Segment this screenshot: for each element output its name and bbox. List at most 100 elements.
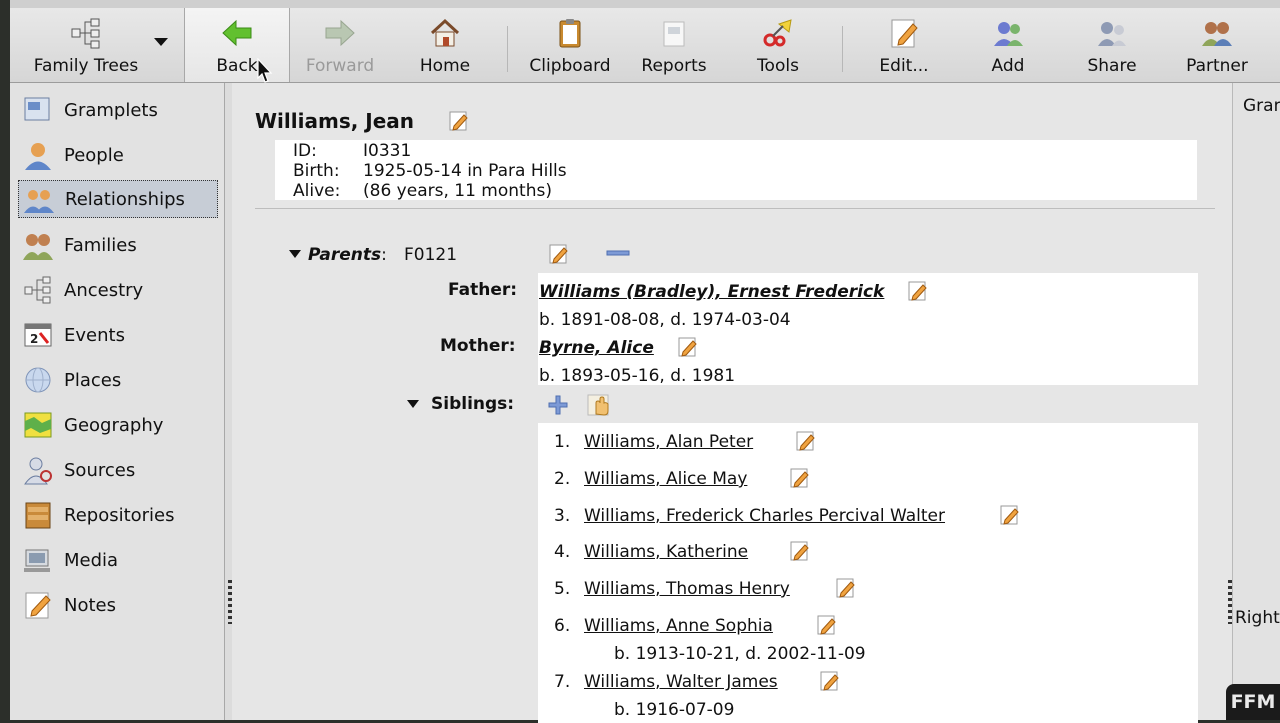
sidebar: Gramplets People Relationships Families … [10, 83, 225, 720]
sidebar-item-ancestry[interactable]: Ancestry [18, 271, 218, 309]
birth-value: 1925-05-14 in Para Hills [363, 161, 567, 181]
sidebar-item-events[interactable]: 2 Events [18, 316, 218, 354]
list-item: 6. Williams, Anne Sophia b. 1913-10-21, … [538, 607, 1198, 664]
list-item: 4. Williams, Katherine [538, 533, 1198, 569]
sidebar-item-repositories[interactable]: Repositories [18, 496, 218, 534]
collapse-triangle-icon[interactable] [406, 399, 420, 409]
sidebar-item-relationships[interactable]: Relationships [18, 180, 218, 218]
edit-sibling-icon[interactable] [795, 430, 817, 452]
sidebar-item-label: Geography [64, 414, 164, 436]
sidebar-item-places[interactable]: Places [18, 361, 218, 399]
siblings-label: Siblings: [431, 394, 515, 414]
back-button[interactable]: Back [184, 8, 290, 82]
sidebar-item-media[interactable]: Media [18, 541, 218, 579]
list-item: 1. Williams, Alan Peter [538, 423, 1198, 459]
tree-icon [24, 276, 51, 304]
sibling-link[interactable]: Williams, Alice May [584, 469, 747, 489]
add-person-icon [994, 22, 1023, 46]
back-label: Back [216, 56, 258, 76]
toolbar-separator [842, 26, 843, 72]
sidebar-item-gramplets[interactable]: Gramplets [18, 91, 218, 129]
sidebar-item-geography[interactable]: Geography [18, 406, 218, 444]
sibling-link[interactable]: Williams, Frederick Charles Percival Wal… [584, 506, 945, 526]
sidebar-item-notes[interactable]: Notes [18, 586, 218, 624]
family-icon [23, 234, 53, 260]
tools-button[interactable]: Tools [740, 8, 816, 82]
sibling-number: 7. [554, 672, 571, 692]
chevron-down-icon[interactable] [154, 38, 168, 46]
relationships-icon [24, 190, 54, 213]
clipboard-button[interactable]: Clipboard [520, 8, 620, 82]
alive-value: (86 years, 11 months) [363, 181, 552, 201]
family-trees-button[interactable]: Family Trees [18, 8, 154, 82]
sidebar-item-families[interactable]: Families [18, 226, 218, 264]
sidebar-item-label: Notes [64, 594, 116, 616]
edit-button[interactable]: Edit... [864, 8, 944, 82]
toolbar: Family Trees Back Forward Home Clipboard… [10, 8, 1280, 83]
sidebar-item-people[interactable]: People [18, 136, 218, 174]
edit-sibling-icon[interactable] [816, 614, 838, 636]
tools-icon [763, 19, 792, 47]
reports-label: Reports [641, 56, 707, 76]
father-link[interactable]: Williams (Bradley), Ernest Frederick [539, 282, 884, 302]
edit-family-icon[interactable] [548, 243, 570, 265]
repository-icon [25, 502, 51, 529]
share-button[interactable]: Share [1074, 8, 1150, 82]
sidebar-item-label: Families [64, 234, 137, 256]
father-label: Father: [448, 280, 518, 300]
edit-person-icon[interactable] [448, 110, 470, 132]
edit-father-icon[interactable] [907, 280, 929, 302]
list-item: 3. Williams, Frederick Charles Percival … [538, 497, 1198, 533]
home-button[interactable]: Home [400, 8, 490, 82]
partner-button[interactable]: Partner [1170, 8, 1264, 82]
edit-sibling-icon[interactable] [789, 467, 811, 489]
sibling-link[interactable]: Williams, Alan Peter [584, 432, 753, 452]
select-existing-sibling-icon[interactable] [587, 393, 613, 417]
sidebar-item-sources[interactable]: Sources [18, 451, 218, 489]
mother-dates: b. 1893-05-16, d. 1981 [539, 366, 736, 386]
app-window: Family Trees Back Forward Home Clipboard… [10, 0, 1280, 723]
edit-sibling-icon[interactable] [999, 504, 1021, 526]
sibling-link[interactable]: Williams, Walter James [584, 672, 778, 692]
mother-link[interactable]: Byrne, Alice [539, 338, 654, 358]
sidebar-item-label: Places [64, 369, 122, 391]
sibling-dates: b. 1916-07-09 [614, 700, 735, 720]
person-summary-box: ID: I0331 Birth: 1925-05-14 in Para Hill… [275, 140, 1197, 201]
sibling-number: 4. [554, 542, 571, 562]
collapse-triangle-icon[interactable] [288, 249, 302, 259]
reports-button[interactable]: Reports [632, 8, 716, 82]
divider [255, 208, 1215, 209]
edit-sibling-icon[interactable] [789, 540, 811, 562]
sibling-number: 2. [554, 469, 571, 489]
sibling-number: 5. [554, 579, 571, 599]
sidebar-item-label: Repositories [64, 504, 175, 526]
reports-icon [663, 21, 685, 47]
sibling-link[interactable]: Williams, Thomas Henry [584, 579, 790, 599]
edit-sibling-icon[interactable] [835, 577, 857, 599]
add-sibling-icon[interactable] [547, 394, 569, 416]
sidebar-item-label: People [64, 144, 124, 166]
tools-label: Tools [757, 56, 799, 76]
forward-button[interactable]: Forward [294, 8, 386, 82]
gramplet-tab-label[interactable]: Gran [1243, 96, 1280, 116]
clipboard-icon [559, 19, 581, 48]
edit-mother-icon[interactable] [677, 336, 699, 358]
media-icon [24, 549, 50, 572]
partner-icon [1202, 22, 1232, 46]
edit-sibling-icon[interactable] [819, 670, 841, 692]
share-icon [1098, 22, 1126, 46]
sibling-link[interactable]: Williams, Anne Sophia [584, 616, 773, 636]
back-arrow-icon [222, 19, 252, 47]
sibling-link[interactable]: Williams, Katherine [584, 542, 748, 562]
sidebar-item-label: Sources [64, 459, 136, 481]
home-icon [430, 18, 460, 47]
sources-icon [24, 457, 52, 485]
father-dates: b. 1891-08-08, d. 1974-03-04 [539, 310, 791, 330]
sibling-number: 3. [554, 506, 571, 526]
add-button[interactable]: Add [970, 8, 1046, 82]
list-item: 2. Williams, Alice May [538, 460, 1198, 496]
remove-family-icon[interactable] [606, 249, 630, 257]
alive-label: Alive: [293, 181, 341, 201]
sidebar-item-label: Relationships [65, 188, 185, 210]
tree-icon [71, 18, 100, 49]
